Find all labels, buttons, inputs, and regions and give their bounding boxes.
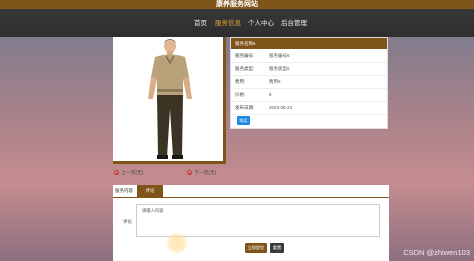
tab-comments[interactable]: 评论 [137,185,163,197]
info-value: 2023-05-23 [269,105,293,110]
minus-circle-icon [187,170,192,176]
reset-button[interactable]: 重置 [270,243,284,253]
next-page-label: 下一页(无) [194,171,217,176]
info-value: 6 [269,92,272,97]
info-row-code: 服务编号: 服务编号6 [231,50,387,63]
cursor-highlight [166,232,188,254]
next-page-link[interactable]: 下一页(无) [187,170,216,178]
top-bar: 康养服务网站 首页 服务信息 个人中心 后台管理 [0,0,474,37]
tab-bar: 服务内容 评论 [113,185,389,198]
submit-button[interactable]: 立即提交 [245,243,267,253]
detail-tabs: 服务内容 评论 评论 请输入内容 立即提交 重置 [113,185,389,261]
watermark: CSDN @zhiwen103 [403,248,470,257]
product-image-panel [113,37,226,164]
info-key: 服务类型: [235,66,255,71]
info-key: 费用: [235,79,246,84]
info-key: 价格: [235,92,246,97]
comment-label: 评论 [123,219,132,224]
purchase-button[interactable]: 购买 [237,116,250,125]
site-title: 康养服务网站 [216,1,258,8]
info-row-fee: 费用: 费用6 [231,76,387,89]
info-key: 发布日期: [235,105,255,110]
prev-page-label: 上一页(无) [121,171,144,176]
minus-circle-icon [114,170,119,176]
info-value: 服务编号6 [269,53,290,58]
info-row-price: 价格: 6 [231,89,387,102]
info-key: 服务编号: [235,53,255,58]
main-nav: 首页 服务信息 个人中心 后台管理 [0,18,474,30]
nav-service-info[interactable]: 服务信息 [215,18,241,30]
tab-service-content[interactable]: 服务内容 [113,185,135,197]
service-title: 服务名称6 [231,38,387,49]
info-row-date: 发布日期: 2023-05-23 [231,102,387,115]
info-value: 服务类型6 [269,66,290,71]
info-row-type: 服务类型: 服务类型6 [231,63,387,76]
prev-page-link[interactable]: 上一页(无) [114,170,143,178]
nav-home[interactable]: 首页 [194,18,207,30]
nav-personal-center[interactable]: 个人中心 [248,18,274,30]
nav-admin[interactable]: 后台管理 [281,18,307,30]
info-value: 费用6 [269,79,281,84]
service-staff-photo [148,39,192,159]
service-info-panel: 服务名称6 服务编号: 服务编号6 服务类型: 服务类型6 费用: 费用6 价格… [230,37,388,129]
